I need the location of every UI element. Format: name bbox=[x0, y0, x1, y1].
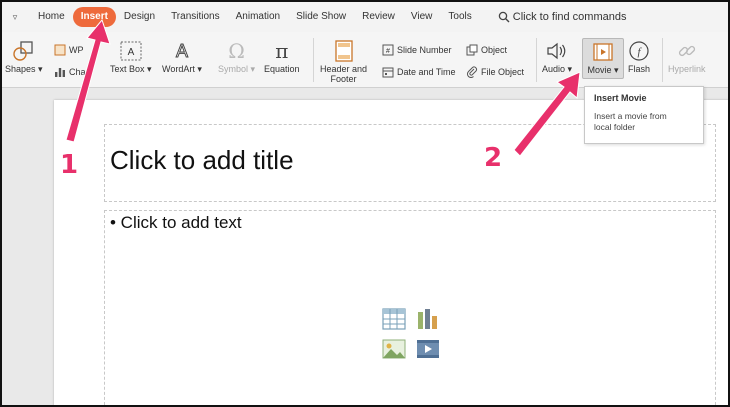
slide-canvas: Click to add title • Click to add text bbox=[54, 100, 728, 405]
content-insert-icons bbox=[381, 307, 443, 363]
flash-icon: f bbox=[629, 41, 649, 61]
movie-button[interactable]: Movie ▾ bbox=[582, 38, 624, 79]
header-footer-label-2: Footer bbox=[330, 74, 357, 84]
symbol-label: Symbol bbox=[218, 64, 249, 74]
equation-button[interactable]: π Equation bbox=[264, 38, 300, 74]
tab-home[interactable]: Home bbox=[30, 7, 73, 27]
wordart-label: WordArt bbox=[162, 64, 195, 74]
tab-insert[interactable]: Insert bbox=[72, 7, 116, 27]
object-button[interactable]: Object bbox=[466, 44, 507, 56]
link-icon bbox=[678, 45, 695, 57]
flash-label: Flash bbox=[628, 64, 651, 74]
date-time-button[interactable]: Date and Time bbox=[382, 66, 456, 78]
chart-label: Cha bbox=[69, 67, 86, 77]
equation-label: Equation bbox=[264, 64, 300, 74]
tab-design[interactable]: Design bbox=[116, 7, 163, 27]
annotation-step-2: 2 bbox=[483, 142, 503, 174]
text-box-button[interactable]: A Text Box ▾ bbox=[110, 38, 152, 75]
shapes-icon bbox=[13, 41, 33, 61]
search-icon bbox=[498, 11, 510, 23]
file-object-button[interactable]: File Object bbox=[466, 66, 524, 78]
text-box-icon: A bbox=[120, 41, 142, 61]
tab-review[interactable]: Review bbox=[354, 7, 403, 27]
tab-animation[interactable]: Animation bbox=[228, 7, 288, 27]
slide-number-icon: # bbox=[382, 44, 394, 56]
insert-video-icon[interactable] bbox=[415, 337, 441, 361]
date-time-label: Date and Time bbox=[397, 67, 456, 77]
slide-number-button[interactable]: # Slide Number bbox=[382, 44, 452, 56]
tooltip-description-2: local folder bbox=[594, 122, 636, 132]
content-placeholder[interactable]: • Click to add text bbox=[104, 210, 716, 405]
shapes-button[interactable]: Shapes ▾ bbox=[5, 38, 43, 75]
header-footer-icon bbox=[334, 40, 353, 62]
search-placeholder: Click to find commands bbox=[512, 11, 627, 23]
movie-label: Movie bbox=[587, 65, 612, 75]
chart-button[interactable]: Cha bbox=[54, 66, 86, 78]
menu-bar: ▿ Home Insert Design Transitions Animati… bbox=[2, 2, 728, 32]
speaker-icon bbox=[547, 42, 566, 60]
symbol-button[interactable]: Ω Symbol ▾ bbox=[218, 38, 255, 75]
insert-ribbon: Shapes ▾ WP Cha A Text Box ▾ A WordArt ▾… bbox=[2, 32, 728, 88]
svg-text:A: A bbox=[176, 41, 188, 61]
insert-table-icon[interactable] bbox=[381, 307, 407, 331]
tab-tools[interactable]: Tools bbox=[440, 7, 479, 27]
command-search[interactable]: Click to find commands bbox=[498, 11, 627, 23]
paperclip-icon bbox=[466, 66, 477, 78]
wordart-icon: A bbox=[175, 41, 188, 62]
insert-movie-tooltip: Insert Movie Insert a movie from local f… bbox=[584, 86, 704, 144]
tooltip-description: Insert a movie from bbox=[594, 111, 667, 121]
title-placeholder-text: Click to add title bbox=[110, 145, 294, 175]
wps-button[interactable]: WP bbox=[54, 44, 84, 56]
pi-icon: π bbox=[275, 39, 289, 63]
calendar-icon bbox=[382, 67, 394, 78]
ribbon-separator bbox=[662, 38, 663, 82]
text-box-label: Text Box bbox=[110, 64, 145, 74]
movie-icon bbox=[593, 43, 613, 61]
tooltip-title: Insert Movie bbox=[594, 93, 647, 103]
wordart-button[interactable]: A WordArt ▾ bbox=[162, 38, 202, 75]
tab-slide-show[interactable]: Slide Show bbox=[288, 7, 354, 27]
hyperlink-button[interactable]: Hyperlink bbox=[668, 38, 706, 74]
svg-text:f: f bbox=[637, 46, 642, 58]
body-placeholder-text: • Click to add text bbox=[110, 213, 242, 232]
ribbon-separator bbox=[536, 38, 537, 82]
tab-view[interactable]: View bbox=[403, 7, 441, 27]
file-object-label: File Object bbox=[481, 67, 525, 77]
chart-icon bbox=[55, 68, 65, 77]
app-window: ▿ Home Insert Design Transitions Animati… bbox=[0, 0, 730, 407]
object-icon bbox=[466, 44, 478, 56]
tab-transitions[interactable]: Transitions bbox=[163, 7, 228, 27]
svg-text:#: # bbox=[386, 48, 390, 55]
header-footer-button[interactable]: Header and Footer bbox=[320, 38, 367, 84]
menu-toggle-icon[interactable]: ▿ bbox=[6, 12, 24, 23]
slide-number-label: Slide Number bbox=[397, 45, 452, 55]
wps-icon bbox=[54, 44, 66, 56]
svg-text:A: A bbox=[127, 47, 134, 58]
shapes-label: Shapes bbox=[5, 64, 36, 74]
annotation-step-1: 1 bbox=[59, 149, 79, 181]
insert-chart-icon[interactable] bbox=[415, 307, 441, 331]
wps-label: WP bbox=[69, 45, 84, 55]
omega-icon: Ω bbox=[228, 39, 245, 63]
insert-picture-icon[interactable] bbox=[381, 337, 407, 361]
ribbon-separator bbox=[313, 38, 314, 82]
object-label: Object bbox=[481, 45, 508, 55]
audio-label: Audio bbox=[542, 64, 566, 74]
hyperlink-label: Hyperlink bbox=[668, 64, 706, 74]
flash-button[interactable]: f Flash bbox=[628, 38, 650, 74]
header-footer-label: Header and bbox=[320, 64, 368, 74]
audio-button[interactable]: Audio ▾ bbox=[542, 38, 572, 75]
